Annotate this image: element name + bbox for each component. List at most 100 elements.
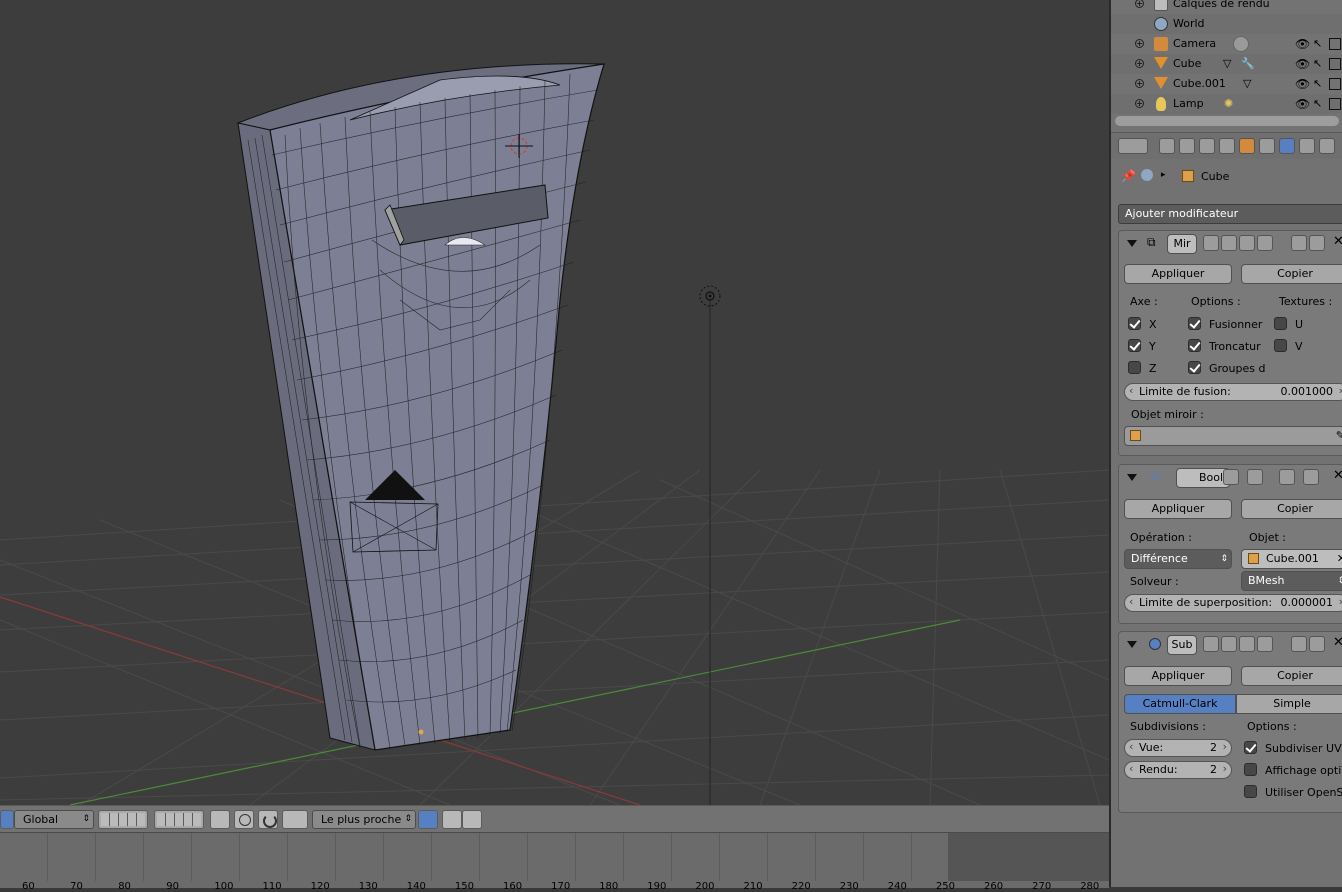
boolean-name-field[interactable]: Boole xyxy=(1176,468,1230,488)
editor-type-icon[interactable] xyxy=(1118,138,1148,154)
move-up-icon[interactable] xyxy=(1291,636,1307,652)
visibility-eye-icon[interactable]: 👁 xyxy=(1295,78,1310,90)
timeline[interactable]: 60 70 80 90 100 110 120 130 140 150 160 170 180 190 20… xyxy=(0,832,1109,892)
show-viewport-icon[interactable] xyxy=(1221,636,1237,652)
subsurf-apply-button[interactable]: Appliquer xyxy=(1124,666,1232,686)
proportional-edit-icon[interactable] xyxy=(234,810,254,829)
show-viewport-icon[interactable] xyxy=(1247,469,1263,485)
opengl-render-icon[interactable] xyxy=(442,810,462,829)
expand-icon[interactable] xyxy=(1135,79,1144,88)
data-tab-icon[interactable] xyxy=(1299,138,1315,154)
mirror-apply-button[interactable]: Appliquer xyxy=(1124,264,1232,284)
outliner-row-lamp[interactable]: Lamp ✺ 👁 ↖ xyxy=(1111,94,1342,114)
axis-x-checkbox[interactable] xyxy=(1128,317,1141,330)
move-down-icon[interactable] xyxy=(1309,235,1325,251)
boolean-copy-button[interactable]: Copier xyxy=(1241,499,1342,519)
mirror-copy-button[interactable]: Copier xyxy=(1241,264,1342,284)
boolean-apply-button[interactable]: Appliquer xyxy=(1124,499,1232,519)
outliner-row-world[interactable]: World xyxy=(1111,14,1342,34)
visibility-eye-icon[interactable]: 👁 xyxy=(1295,58,1310,70)
select-arrow-icon[interactable]: ↖ xyxy=(1313,58,1325,70)
visibility-eye-icon[interactable]: 👁 xyxy=(1295,38,1310,50)
snap-options-icon[interactable] xyxy=(418,810,438,829)
snap-target-select[interactable]: Le plus proche ⇕ xyxy=(312,810,416,829)
catmull-clark-button[interactable]: Catmull-Clark xyxy=(1124,694,1236,714)
select-arrow-icon[interactable]: ↖ xyxy=(1313,78,1325,90)
show-editmode-icon[interactable] xyxy=(1239,636,1255,652)
move-up-icon[interactable] xyxy=(1279,469,1295,485)
show-viewport-icon[interactable] xyxy=(1221,235,1237,251)
object-tab-icon[interactable] xyxy=(1239,138,1255,154)
expand-icon[interactable] xyxy=(1135,59,1144,68)
clipping-checkbox[interactable] xyxy=(1188,339,1201,352)
mirror-name-field[interactable]: Mir xyxy=(1167,234,1197,254)
orientation-select[interactable]: Global ⇕ xyxy=(14,810,94,829)
render-camera-icon[interactable] xyxy=(1329,38,1341,50)
outliner-row-cube[interactable]: Cube ▽ 🔧 👁 ↖ xyxy=(1111,54,1342,74)
outliner-scrollbar[interactable] xyxy=(1115,116,1339,126)
close-icon[interactable]: ✕ xyxy=(1333,468,1342,483)
show-render-icon[interactable] xyxy=(1223,469,1239,485)
render-levels-field[interactable]: Rendu: 2 xyxy=(1124,761,1232,779)
render-camera-icon[interactable] xyxy=(1329,78,1341,90)
texture-v-checkbox[interactable] xyxy=(1274,339,1287,352)
subsurf-name-field[interactable]: Sub xyxy=(1167,635,1197,655)
collapse-triangle-icon[interactable] xyxy=(1127,240,1137,247)
vertex-groups-checkbox[interactable] xyxy=(1188,361,1201,374)
axis-y-checkbox[interactable] xyxy=(1128,339,1141,352)
close-icon[interactable]: ✕ xyxy=(1333,234,1342,249)
clear-icon[interactable]: ✕ xyxy=(1337,550,1342,568)
eyedropper-icon[interactable]: ✎ xyxy=(1336,427,1342,445)
merge-limit-field[interactable]: Limite de fusion: 0.001000 xyxy=(1124,383,1342,401)
opengl-anim-icon[interactable] xyxy=(462,810,482,829)
show-cage-icon[interactable] xyxy=(1257,235,1273,251)
close-icon[interactable]: ✕ xyxy=(1333,635,1342,650)
mirror-object-field[interactable]: ✎ xyxy=(1124,426,1342,446)
layer-buttons-group-1[interactable] xyxy=(98,810,148,829)
world-tab-icon[interactable] xyxy=(1219,138,1235,154)
expand-icon[interactable] xyxy=(1135,0,1144,8)
mesh-data-icon[interactable]: ▽ xyxy=(1223,58,1235,70)
merge-checkbox[interactable] xyxy=(1188,317,1201,330)
magnet-snap-icon[interactable] xyxy=(258,810,278,829)
simple-button[interactable]: Simple xyxy=(1236,694,1342,714)
overlap-threshold-field[interactable]: Limite de superposition: 0.000001 xyxy=(1124,594,1342,612)
render-layers-tab-icon[interactable] xyxy=(1179,138,1195,154)
solver-select[interactable]: BMesh ⇕ xyxy=(1241,571,1342,591)
move-up-icon[interactable] xyxy=(1291,235,1307,251)
outliner-row-render-layers[interactable]: Calques de rendu xyxy=(1111,0,1342,14)
move-down-icon[interactable] xyxy=(1303,469,1319,485)
texture-u-checkbox[interactable] xyxy=(1274,317,1287,330)
render-tab-icon[interactable] xyxy=(1159,138,1175,154)
use-opensubdiv-checkbox[interactable] xyxy=(1244,785,1257,798)
scene-tab-icon[interactable] xyxy=(1199,138,1215,154)
render-layer-icon[interactable] xyxy=(210,810,230,829)
show-render-icon[interactable] xyxy=(1203,636,1219,652)
view-levels-field[interactable]: Vue: 2 xyxy=(1124,739,1232,757)
show-editmode-icon[interactable] xyxy=(1239,235,1255,251)
show-cage-icon[interactable] xyxy=(1257,636,1273,652)
mesh-data-icon[interactable]: ▽ xyxy=(1243,78,1255,90)
collapse-triangle-icon[interactable] xyxy=(1127,474,1137,481)
expand-icon[interactable] xyxy=(1135,39,1144,48)
camera-data-icon[interactable] xyxy=(1233,36,1249,52)
collapse-triangle-icon[interactable] xyxy=(1127,641,1137,648)
boolean-object-field[interactable]: Cube.001 ✕ xyxy=(1241,549,1342,569)
visibility-eye-icon[interactable]: 👁 xyxy=(1295,98,1310,110)
constraints-tab-icon[interactable] xyxy=(1259,138,1275,154)
pin-icon[interactable]: 📌 xyxy=(1121,169,1136,183)
render-camera-icon[interactable] xyxy=(1329,98,1341,110)
expand-icon[interactable] xyxy=(1135,99,1144,108)
modifiers-tab-icon[interactable] xyxy=(1279,138,1295,154)
wrench-icon[interactable]: 🔧 xyxy=(1241,58,1255,70)
snap-element-icon[interactable] xyxy=(282,810,308,829)
operation-select[interactable]: Différence ⇕ xyxy=(1124,549,1232,569)
optimal-display-checkbox[interactable] xyxy=(1244,763,1257,776)
manipulator-icon[interactable] xyxy=(0,810,14,829)
material-tab-icon[interactable] xyxy=(1319,138,1335,154)
select-arrow-icon[interactable]: ↖ xyxy=(1313,38,1325,50)
move-down-icon[interactable] xyxy=(1309,636,1325,652)
outliner-row-cube-001[interactable]: Cube.001 ▽ 👁 ↖ xyxy=(1111,74,1342,94)
add-modifier-menu[interactable]: Ajouter modificateur xyxy=(1118,204,1342,224)
outliner-row-camera[interactable]: Camera 👁 ↖ xyxy=(1111,34,1342,54)
